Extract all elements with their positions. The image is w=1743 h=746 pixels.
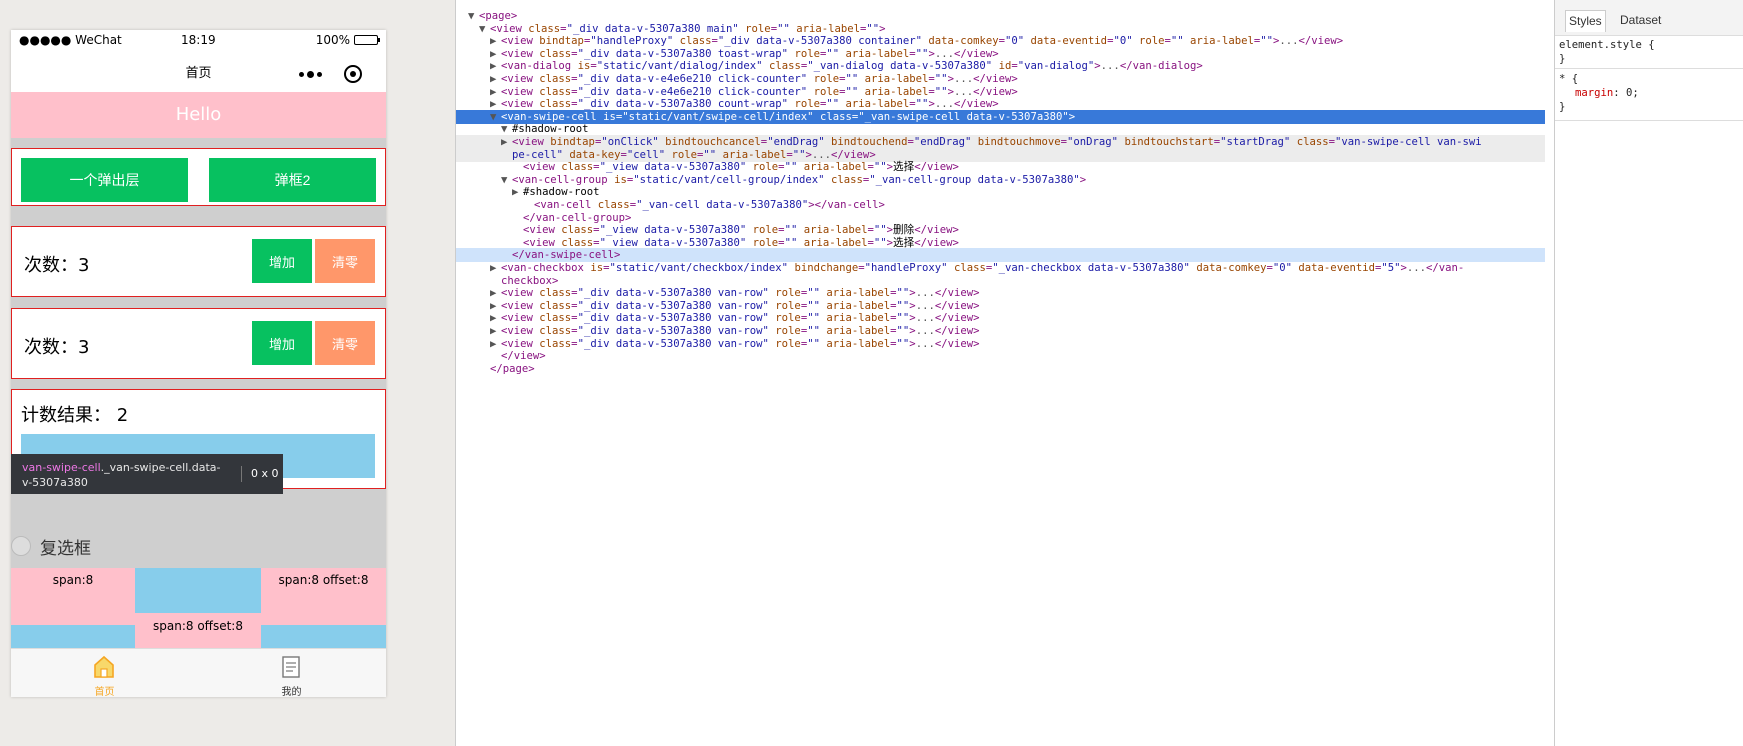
inspector-tooltip: van-swipe-cell._van-swipe-cell.data-v-53… [11,454,283,494]
click-counter-1: 次数：3 增加 清零 [11,226,386,297]
clear-button[interactable]: 清零 [315,321,375,365]
tab-home[interactable]: 首页 [11,649,198,697]
add-button[interactable]: 增加 [252,239,312,283]
tab-mine[interactable]: 我的 [198,649,385,697]
more-menu-icon[interactable] [299,71,322,78]
tab-styles[interactable]: Styles [1565,10,1606,32]
count-result-label: 计数结果： 2 [21,405,129,426]
grid-col-blank [261,625,386,648]
click-counter-2: 次数：3 增加 清零 [11,308,386,379]
element-style-rule[interactable]: element.style { } [1559,38,1655,66]
tooltip-size: 0 x 0 [251,467,279,480]
popup-button-container: 一个弹出层 弹框2 [11,148,386,206]
hello-banner: Hello [11,92,386,138]
grid-col-span8-offset8: span:8 offset:8 [261,568,386,625]
universal-rule[interactable]: * { margin: 0; } [1559,72,1639,114]
simulator-panel: ●●●●● WeChat 18:19 100% 首页 Hello 一个弹出层 弹… [0,0,455,746]
checkbox-label: 复选框 [40,539,91,559]
status-bar: ●●●●● WeChat 18:19 100% [11,30,386,50]
grid-col-span8-offset8-label: span:8 offset:8 [135,613,261,648]
popup-button-1[interactable]: 一个弹出层 [21,158,188,202]
home-icon [94,655,114,678]
status-time: 18:19 [181,33,216,47]
count-label: 次数：3 [24,255,90,276]
page-content: Hello 一个弹出层 弹框2 次数：3 增加 清零 次数：3 增加 清零 计数… [11,92,386,648]
clear-button[interactable]: 清零 [315,239,375,283]
carrier-label: ●●●●● WeChat [19,33,122,47]
tab-dataset[interactable]: Dataset [1617,10,1664,32]
battery-icon [354,35,380,45]
grid-col-blank [11,625,135,648]
grid-col-span8: span:8 [11,568,135,625]
dom-tree-node[interactable]: </page> [456,362,1545,376]
add-button[interactable]: 增加 [252,321,312,365]
checkbox-circle-icon[interactable] [11,536,31,556]
battery-percent: 100% [315,33,350,47]
close-capsule-icon[interactable] [344,65,362,83]
styles-panel: Styles Dataset element.style { } * { mar… [1554,0,1743,746]
document-icon [282,656,300,678]
popup-button-2[interactable]: 弹框2 [209,158,376,202]
checkbox-row[interactable]: 复选框 [11,528,386,564]
battery-status: 100% [315,33,380,47]
count-label: 次数：3 [24,337,90,358]
tab-mine-label: 我的 [281,687,302,697]
tooltip-selector: van-swipe-cell._van-swipe-cell.data-v-53… [22,461,221,489]
styles-tab-bar: Styles Dataset [1555,0,1743,36]
elements-panel[interactable]: ▼ <page> ▼ <view class="_div data-v-5307a38… [455,0,1554,746]
tab-home-label: 首页 [94,687,115,697]
tab-bar: 首页 我的 [11,648,386,697]
phone-screen: ●●●●● WeChat 18:19 100% 首页 Hello 一个弹出层 弹… [11,30,386,697]
nav-title: 首页 [185,66,212,81]
nav-bar: 首页 [11,50,386,92]
